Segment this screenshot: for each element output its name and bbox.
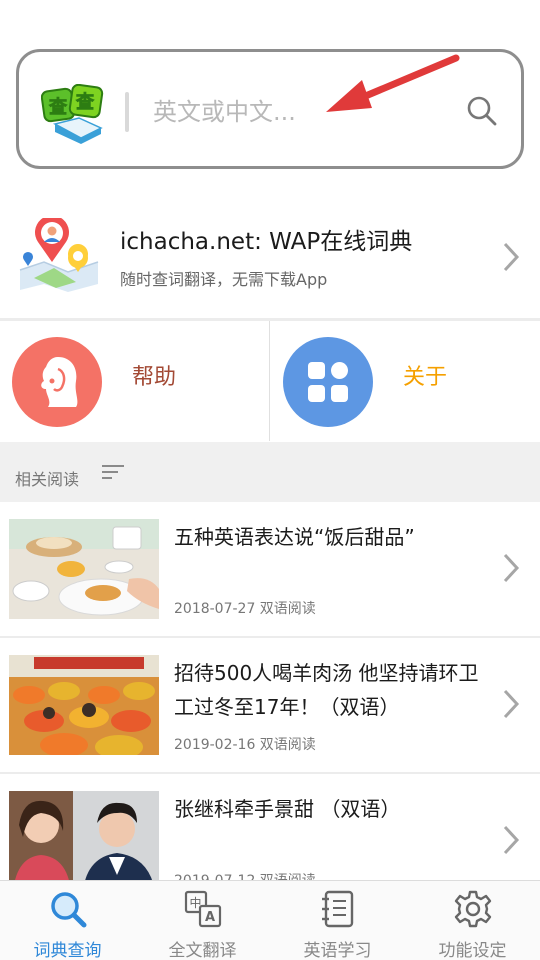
article-thumbnail xyxy=(9,655,159,755)
article-thumbnail xyxy=(9,519,159,619)
notebook-icon xyxy=(322,890,354,928)
about-label: 关于 xyxy=(403,365,448,390)
article-thumbnail xyxy=(9,791,159,891)
related-reading-header: 相关阅读 xyxy=(0,442,540,502)
tab-learning[interactable]: 英语学习 xyxy=(270,881,405,960)
svg-text:查: 查 xyxy=(49,96,67,118)
chevron-right-icon xyxy=(503,825,520,855)
article-item[interactable]: 五种英语表达说“饭后甜品” 2018-07-27 双语阅读 xyxy=(0,502,540,638)
chevron-right-icon xyxy=(503,242,520,272)
chevron-right-icon xyxy=(503,689,520,719)
article-meta: 2019-02-16 双语阅读 xyxy=(174,737,316,753)
promo-subtitle: 随时查词翻译，无需下载App xyxy=(120,270,328,289)
chevron-right-icon xyxy=(503,553,520,583)
article-item[interactable]: 招待500人喝羊肉汤 他坚持请环卫工过冬至17年！（双语） 2019-02-16… xyxy=(0,638,540,774)
promo-row[interactable]: ichacha.net: WAP在线词典 随时查词翻译，无需下载App xyxy=(0,196,540,318)
tab-label: 词典查询 xyxy=(33,941,102,960)
related-reading-label: 相关阅读 xyxy=(15,470,80,489)
apps-grid-icon xyxy=(308,362,348,402)
help-person-icon xyxy=(41,357,78,407)
article-title: 招待500人喝羊肉汤 他坚持请环卫工过冬至17年！（双语） xyxy=(174,661,479,719)
promo-title: ichacha.net: WAP在线词典 xyxy=(120,229,413,255)
tab-label: 全文翻译 xyxy=(168,941,237,960)
svg-text:A: A xyxy=(205,910,215,925)
map-pin-icon xyxy=(19,218,99,292)
article-title: 张继科牵手景甜 （双语） xyxy=(174,797,401,821)
translate-icon: 中 A xyxy=(184,890,222,928)
about-shortcut[interactable]: 关于 xyxy=(271,321,540,441)
search-box[interactable]: 查 查 xyxy=(16,49,524,169)
article-title: 五种英语表达说“饭后甜品” xyxy=(174,525,415,549)
search-divider xyxy=(125,92,129,132)
help-circle xyxy=(12,337,102,427)
article-meta: 2018-07-27 双语阅读 xyxy=(174,601,316,617)
help-label: 帮助 xyxy=(132,365,177,390)
search-icon[interactable] xyxy=(465,94,499,128)
tab-label: 功能设定 xyxy=(438,941,507,960)
tab-dictionary[interactable]: 词典查询 xyxy=(0,881,135,960)
svg-text:查: 查 xyxy=(76,91,94,113)
about-circle xyxy=(283,337,373,427)
sort-icon[interactable] xyxy=(101,464,125,480)
search-icon xyxy=(51,892,87,928)
gear-icon xyxy=(454,890,492,928)
help-shortcut[interactable]: 帮助 xyxy=(0,321,270,441)
tab-label: 英语学习 xyxy=(303,941,372,960)
app-logo-icon: 查 查 xyxy=(41,84,104,144)
bottom-tab-bar: 词典查询 中 A 全文翻译 英语学习 功能设定 xyxy=(0,880,540,960)
tab-translate[interactable]: 中 A 全文翻译 xyxy=(135,881,270,960)
tab-settings[interactable]: 功能设定 xyxy=(405,881,540,960)
search-input[interactable] xyxy=(153,88,443,136)
shortcut-grid: 帮助 关于 xyxy=(0,321,540,441)
